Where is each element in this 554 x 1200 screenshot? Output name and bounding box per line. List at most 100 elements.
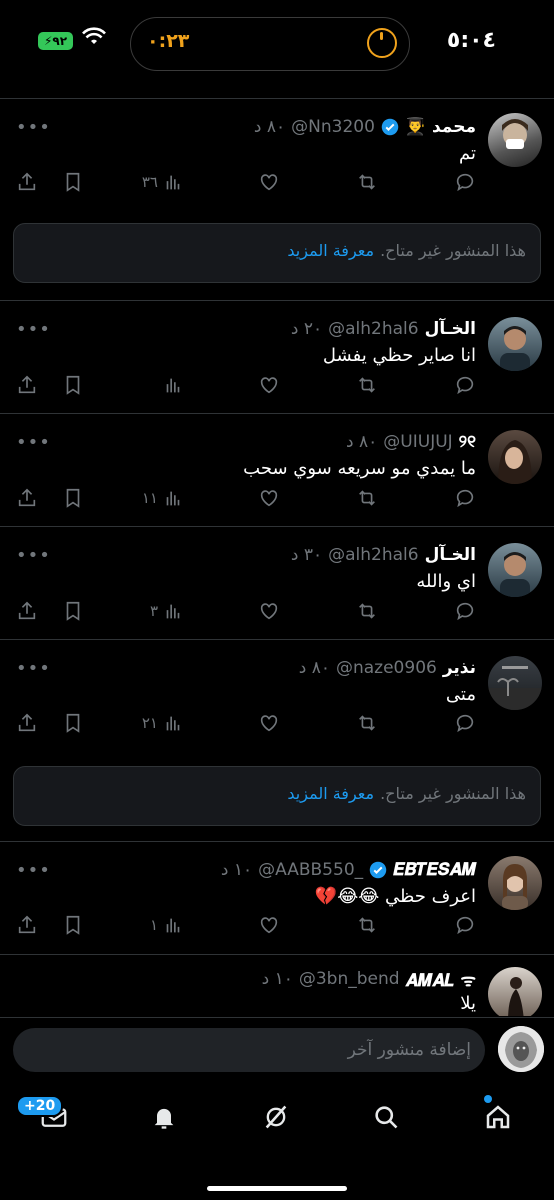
reply-button[interactable]: [454, 910, 476, 940]
avatar[interactable]: [488, 967, 542, 1016]
avatar-image: [502, 864, 528, 910]
bookmark-icon: [66, 601, 80, 621]
share-icon: [18, 375, 36, 394]
reply-button[interactable]: [454, 167, 476, 197]
more-options-icon[interactable]: •••: [16, 860, 51, 881]
repost-button[interactable]: [356, 370, 378, 400]
share-button[interactable]: [16, 483, 38, 513]
author-name[interactable]: الخـآل: [425, 545, 476, 565]
views-button[interactable]: ٣٦: [142, 167, 184, 197]
author-handle[interactable]: @alh2hal6: [328, 545, 418, 565]
author-handle[interactable]: @Nn3200: [291, 117, 375, 137]
reply-icon: [456, 173, 474, 192]
messages-badge: +20: [16, 1095, 64, 1117]
author-handle[interactable]: @alh2hal6: [328, 319, 418, 339]
avatar[interactable]: [488, 856, 542, 910]
views-button[interactable]: ١: [150, 910, 184, 940]
like-button[interactable]: [258, 708, 280, 738]
grok-icon: [265, 1105, 287, 1129]
author-name[interactable]: نذير: [443, 658, 476, 678]
like-button[interactable]: [258, 167, 280, 197]
bookmark-button[interactable]: [62, 167, 84, 197]
like-button[interactable]: [258, 596, 280, 626]
like-button[interactable]: [258, 483, 280, 513]
tab-home[interactable]: [478, 1097, 518, 1137]
more-options-icon[interactable]: •••: [16, 432, 51, 453]
views-count: ١: [149, 916, 158, 934]
avatar[interactable]: [488, 656, 542, 710]
bookmark-button[interactable]: [62, 483, 84, 513]
post-3[interactable]: الخـآل @alh2hal6 ٣٠ د ••• اي والله ٣: [0, 526, 554, 639]
bookmark-button[interactable]: [62, 910, 84, 940]
learn-more-link[interactable]: معرفة المزيد: [287, 784, 374, 803]
reply-button[interactable]: [454, 483, 476, 513]
post-time: ٨٠ د: [253, 117, 286, 137]
share-icon: [18, 488, 36, 507]
verified-badge-icon: [381, 118, 399, 136]
author-handle[interactable]: @3bn_bend: [299, 969, 400, 989]
bookmark-button[interactable]: [62, 596, 84, 626]
author-handle[interactable]: @naze0906: [336, 658, 437, 678]
avatar[interactable]: [488, 430, 542, 484]
repost-button[interactable]: [356, 483, 378, 513]
like-button[interactable]: [258, 370, 280, 400]
reply-button[interactable]: [454, 596, 476, 626]
avatar-image: [508, 977, 524, 1016]
share-button[interactable]: [16, 708, 38, 738]
more-options-icon[interactable]: •••: [16, 545, 51, 566]
share-button[interactable]: [16, 167, 38, 197]
more-options-icon[interactable]: •••: [16, 117, 51, 138]
views-icon: [166, 604, 180, 619]
bookmark-button[interactable]: [62, 708, 84, 738]
replies-feed[interactable]: محمد 👨‍🎓 @Nn3200 ٨٠ د ••• تم ٣٦ هذا المن…: [0, 98, 554, 1016]
status-bar: ⚡٩٢ ٠:٢٣ ٥:٠٤: [0, 0, 554, 95]
views-button[interactable]: ١١: [142, 483, 184, 513]
author-handle[interactable]: @UIUJUJ: [383, 432, 452, 452]
post-6[interactable]: 𝑨𝑴𝑨𝑳 ᯤ @3bn_bend ١٠ د يلا: [0, 954, 554, 1016]
author-name[interactable]: 𝑬𝑩𝑻𝑬𝑺𝑨𝑴: [393, 860, 476, 880]
post-0[interactable]: محمد 👨‍🎓 @Nn3200 ٨٠ د ••• تم ٣٦: [0, 98, 554, 209]
views-button[interactable]: ٣: [150, 596, 184, 626]
views-button[interactable]: [158, 370, 184, 400]
post-5[interactable]: 𝑬𝑩𝑻𝑬𝑺𝑨𝑴 @AABB550_ ١٠ د ••• اعرف حظي 😂😂💔 …: [0, 841, 554, 954]
learn-more-link[interactable]: معرفة المزيد: [287, 241, 374, 260]
post-actions: ٢١: [0, 708, 554, 738]
bookmark-button[interactable]: [62, 370, 84, 400]
reply-icon: [456, 916, 474, 935]
post-2[interactable]: ୨୧ @UIUJUJ ٨٠ د ••• ما يمدي مو سريعه سوي…: [0, 413, 554, 526]
repost-icon: [359, 917, 375, 933]
avatar[interactable]: [488, 543, 542, 597]
like-button[interactable]: [258, 910, 280, 940]
tab-notifications[interactable]: [144, 1097, 184, 1137]
reply-button[interactable]: [454, 708, 476, 738]
tab-grok[interactable]: [256, 1097, 296, 1137]
avatar-image: [500, 552, 530, 597]
my-avatar[interactable]: [498, 1026, 544, 1072]
share-button[interactable]: [16, 596, 38, 626]
post-4[interactable]: نذير @naze0906 ٨٠ د ••• متى ٢١: [0, 639, 554, 750]
add-post-input[interactable]: إضافة منشور آخر: [13, 1028, 485, 1072]
repost-button[interactable]: [356, 596, 378, 626]
reply-icon: [456, 489, 474, 508]
more-options-icon[interactable]: •••: [16, 658, 51, 679]
views-button[interactable]: ٢١: [142, 708, 184, 738]
avatar[interactable]: [488, 113, 542, 167]
author-name[interactable]: محمد 👨‍🎓: [405, 117, 476, 137]
battery-indicator: ⚡٩٢: [38, 32, 73, 50]
share-button[interactable]: [16, 370, 38, 400]
author-name[interactable]: ୨୧: [459, 432, 476, 452]
search-icon: [375, 1106, 398, 1129]
avatar[interactable]: [488, 317, 542, 371]
author-name[interactable]: 𝑨𝑴𝑨𝑳 ᯤ: [406, 968, 476, 991]
share-button[interactable]: [16, 910, 38, 940]
repost-button[interactable]: [356, 167, 378, 197]
author-handle[interactable]: @AABB550_: [258, 860, 363, 880]
post-1[interactable]: الخـآل @alh2hal6 ٢٠ د ••• انا صاير حظي ي…: [0, 300, 554, 413]
author-name[interactable]: الخـآل: [425, 319, 476, 339]
repost-button[interactable]: [356, 910, 378, 940]
reply-button[interactable]: [454, 370, 476, 400]
live-activity-timer[interactable]: ٠:٢٣: [130, 17, 410, 71]
tab-search[interactable]: [366, 1097, 406, 1137]
more-options-icon[interactable]: •••: [16, 319, 51, 340]
repost-button[interactable]: [356, 708, 378, 738]
